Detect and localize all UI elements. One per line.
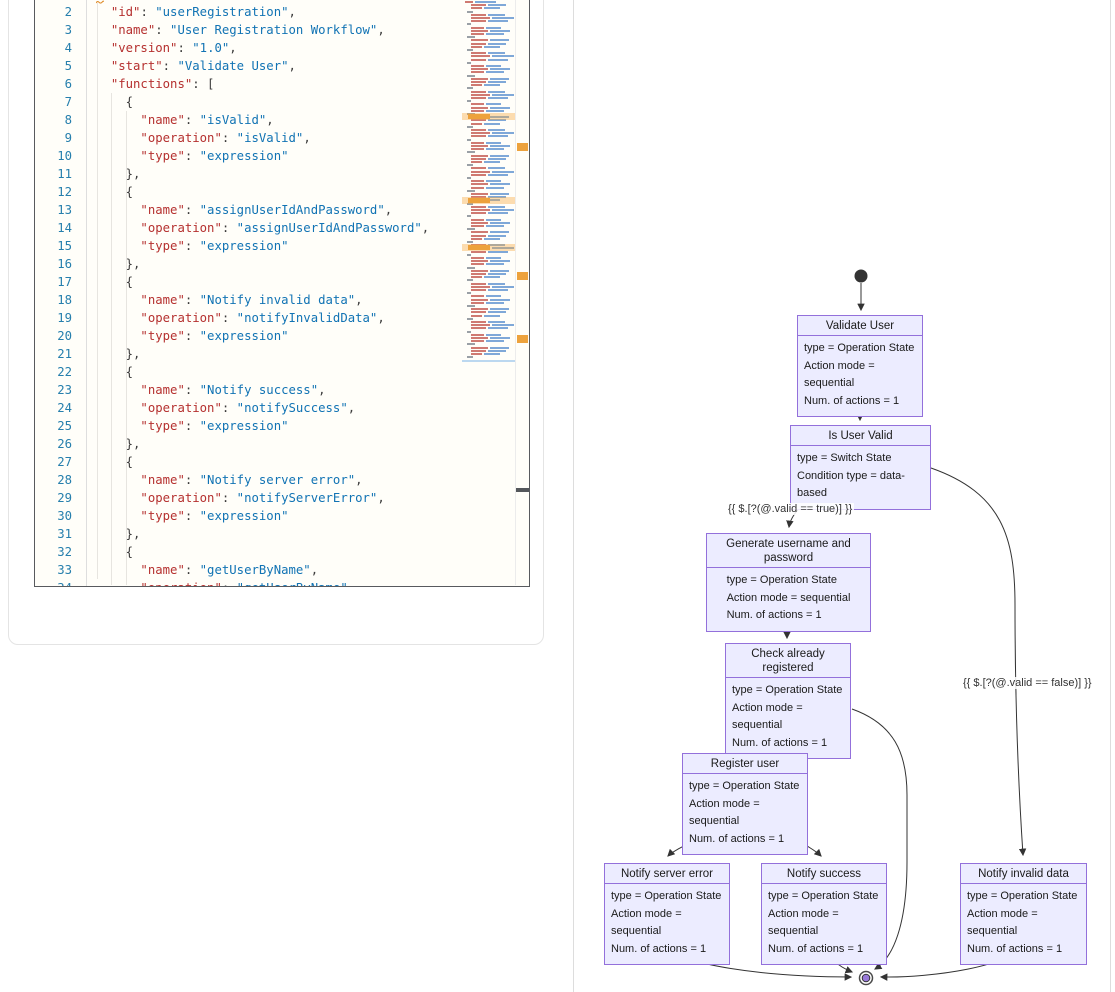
state-title: Check already registered [726, 644, 850, 678]
state-node-notify-success: Notify success type = Operation StateAct… [761, 863, 887, 965]
state-title: Validate User [798, 316, 922, 336]
edge-label-valid-true: {{ $.[?(@.valid == true)] }} [726, 503, 854, 515]
edge-label-valid-false: {{ $.[?(@.valid == false)] }} [961, 677, 1094, 689]
state-title: Register user [683, 754, 807, 774]
state-node-notify-server-error: Notify server error type = Operation Sta… [604, 863, 730, 965]
state-node-validate-user: Validate User type = Operation StateActi… [797, 315, 923, 417]
state-attributes: type = Operation StateAction mode = sequ… [727, 572, 851, 625]
state-attributes: type = Operation StateAction mode = sequ… [768, 888, 880, 958]
state-title: Notify success [762, 864, 886, 884]
state-node-register-user: Register user type = Operation StateActi… [682, 753, 808, 855]
state-title: Generate username and password [707, 534, 870, 568]
state-attributes: type = Operation StateAction mode = sequ… [689, 778, 801, 848]
workflow-edges [0, 0, 1115, 992]
app-window: 1234567891011121314151617181920212223242… [0, 0, 1115, 992]
state-attributes: type = Operation StateAction mode = sequ… [732, 682, 844, 752]
state-attributes: type = Switch StateCondition type = data… [797, 450, 924, 503]
state-node-generate-username-and-password: Generate username and password type = Op… [706, 533, 871, 632]
state-attributes: type = Operation StateAction mode = sequ… [611, 888, 723, 958]
initial-state-icon [855, 270, 868, 283]
final-state-icon [860, 972, 873, 985]
state-title: Notify invalid data [961, 864, 1086, 884]
state-title: Is User Valid [791, 426, 930, 446]
state-node-check-already-registered: Check already registered type = Operatio… [725, 643, 851, 759]
state-node-notify-invalid-data: Notify invalid data type = Operation Sta… [960, 863, 1087, 965]
state-title: Notify server error [605, 864, 729, 884]
state-attributes: type = Operation StateAction mode = sequ… [967, 888, 1080, 958]
state-node-is-user-valid: Is User Valid type = Switch StateConditi… [790, 425, 931, 510]
state-attributes: type = Operation StateAction mode = sequ… [804, 340, 916, 410]
